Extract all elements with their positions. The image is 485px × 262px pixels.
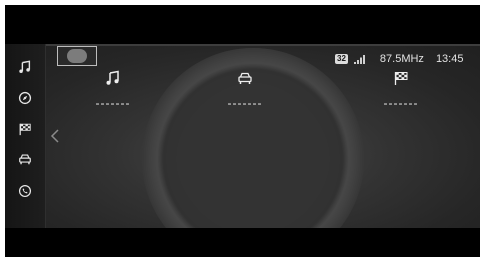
widget-vehicle-value: -------: [227, 96, 263, 110]
back-chevron-icon[interactable]: [49, 128, 61, 144]
view-selector[interactable]: [57, 46, 97, 66]
checkered-flag-icon: [394, 72, 408, 85]
widget-music-value: -------: [95, 96, 131, 110]
phone-icon: [18, 184, 32, 198]
status-bar: 32 87.5MHz 13:45: [335, 52, 463, 66]
sidebar-item-music[interactable]: [13, 56, 37, 78]
widget-destination-value: -------: [383, 96, 419, 110]
sidebar-item-destination[interactable]: [13, 118, 37, 140]
compass-icon: [18, 91, 32, 105]
music-note-icon: [19, 60, 31, 73]
sidebar: [5, 44, 46, 228]
sidebar-item-phone[interactable]: [13, 180, 37, 202]
widget-music[interactable]: -------: [83, 70, 143, 110]
sidebar-item-vehicle[interactable]: [13, 148, 37, 170]
widget-destination[interactable]: -------: [371, 70, 431, 110]
checkered-flag-icon: [19, 123, 31, 136]
sidebar-item-navigation[interactable]: [13, 87, 37, 109]
infotainment-screen: 32 87.5MHz 13:45 ------- ------- -------: [5, 44, 480, 228]
selector-knob: [67, 49, 87, 63]
radio-frequency: 87.5MHz: [379, 53, 424, 65]
car-icon: [238, 72, 252, 84]
clock: 13:45: [435, 53, 464, 65]
status-badge: 32: [335, 54, 348, 64]
car-icon: [19, 154, 31, 165]
music-note-icon: [106, 70, 119, 85]
widget-vehicle[interactable]: -------: [215, 70, 275, 110]
signal-strength-icon: [353, 55, 365, 64]
